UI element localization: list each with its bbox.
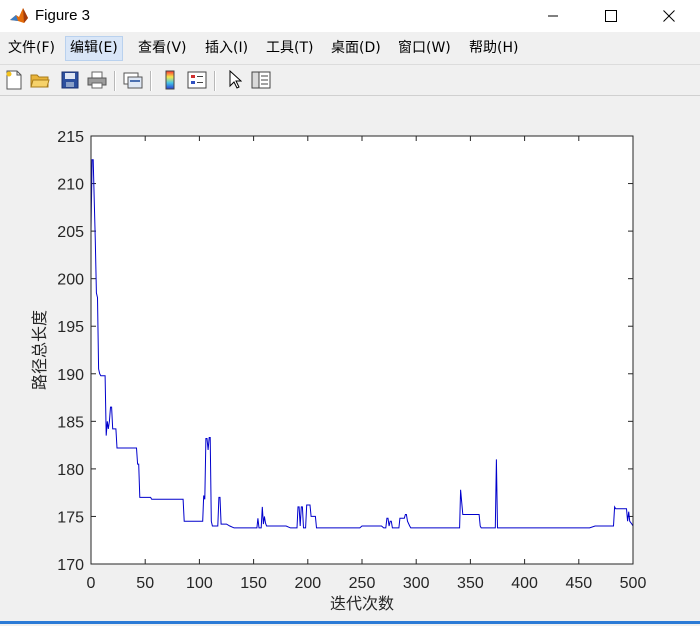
save-icon — [61, 71, 79, 89]
link-plot-button[interactable] — [122, 69, 144, 91]
figure-canvas: 0 50 100 150 200 250 300 350 400 450 500 170 175 180 1… — [0, 97, 700, 621]
x-tick-label: 0 — [87, 575, 96, 592]
x-tick-label: 300 — [403, 575, 430, 592]
menu-tools[interactable]: 工具(T) — [262, 36, 317, 61]
new-figure-button[interactable] — [3, 69, 25, 91]
minimize-button[interactable] — [530, 0, 576, 32]
legend-icon — [187, 71, 207, 89]
y-tick-label: 205 — [57, 224, 84, 241]
y-axis-label: 路径总长度 — [30, 310, 49, 390]
x-tick-label: 400 — [511, 575, 538, 592]
pointer-button[interactable] — [224, 69, 246, 91]
legend-button[interactable] — [186, 69, 208, 91]
menu-window[interactable]: 窗口(W) — [394, 36, 455, 61]
y-tick-label: 215 — [57, 129, 84, 146]
window-title: Figure 3 — [35, 7, 91, 24]
x-tick-label: 200 — [294, 575, 321, 592]
x-tick-label: 100 — [186, 575, 213, 592]
x-axis-label: 迭代次数 — [330, 594, 394, 613]
menu-help[interactable]: 帮助(H) — [465, 36, 522, 61]
minimize-icon — [548, 15, 558, 17]
x-tick-label: 450 — [565, 575, 592, 592]
x-tick-label: 500 — [620, 575, 647, 592]
print-button[interactable] — [86, 69, 108, 91]
open-file-icon — [30, 74, 50, 88]
matlab-logo-icon — [9, 6, 29, 26]
maximize-icon — [605, 10, 617, 22]
title-bar: Figure 3 — [0, 0, 700, 32]
toolbar-separator — [114, 71, 116, 91]
menu-view[interactable]: 查看(V) — [134, 36, 191, 61]
menu-file[interactable]: 文件(F) — [4, 36, 59, 61]
x-tick-label: 50 — [136, 575, 154, 592]
y-tick-label: 210 — [57, 177, 84, 194]
maximize-button[interactable] — [588, 0, 634, 32]
y-tick-label: 170 — [57, 557, 84, 574]
toolbar-separator — [214, 71, 216, 91]
menu-bar: 文件(F) 编辑(E) 查看(V) 插入(I) 工具(T) 桌面(D) 窗口(W… — [0, 34, 700, 85]
y-tick-label: 195 — [57, 319, 84, 336]
close-button[interactable] — [646, 0, 692, 32]
y-tick-label: 175 — [57, 509, 84, 526]
close-icon — [663, 10, 675, 22]
figure-toolbar — [0, 64, 700, 96]
y-tick-label: 200 — [57, 272, 84, 289]
colorbar-button[interactable] — [159, 69, 181, 91]
pointer-icon — [229, 70, 242, 89]
menu-insert[interactable]: 插入(I) — [201, 36, 252, 61]
open-file-button[interactable] — [29, 69, 51, 91]
menu-desktop[interactable]: 桌面(D) — [327, 36, 385, 61]
menu-edit[interactable]: 编辑(E) — [65, 36, 123, 61]
y-tick-label: 190 — [57, 367, 84, 384]
save-button[interactable] — [59, 69, 81, 91]
y-tick-label: 180 — [57, 462, 84, 479]
link-plot-icon — [123, 72, 143, 89]
print-icon — [87, 71, 107, 89]
line-chart[interactable]: 0 50 100 150 200 250 300 350 400 450 500 170 175 180 1… — [0, 97, 700, 621]
y-tick-label: 185 — [57, 414, 84, 431]
x-tick-label: 350 — [457, 575, 484, 592]
x-tick-label: 250 — [349, 575, 376, 592]
x-tick-label: 150 — [240, 575, 267, 592]
toolbar-separator — [150, 71, 152, 91]
property-editor-button[interactable] — [250, 69, 272, 91]
property-editor-icon — [251, 71, 271, 89]
new-figure-icon — [6, 70, 22, 90]
colorbar-icon — [165, 70, 175, 90]
